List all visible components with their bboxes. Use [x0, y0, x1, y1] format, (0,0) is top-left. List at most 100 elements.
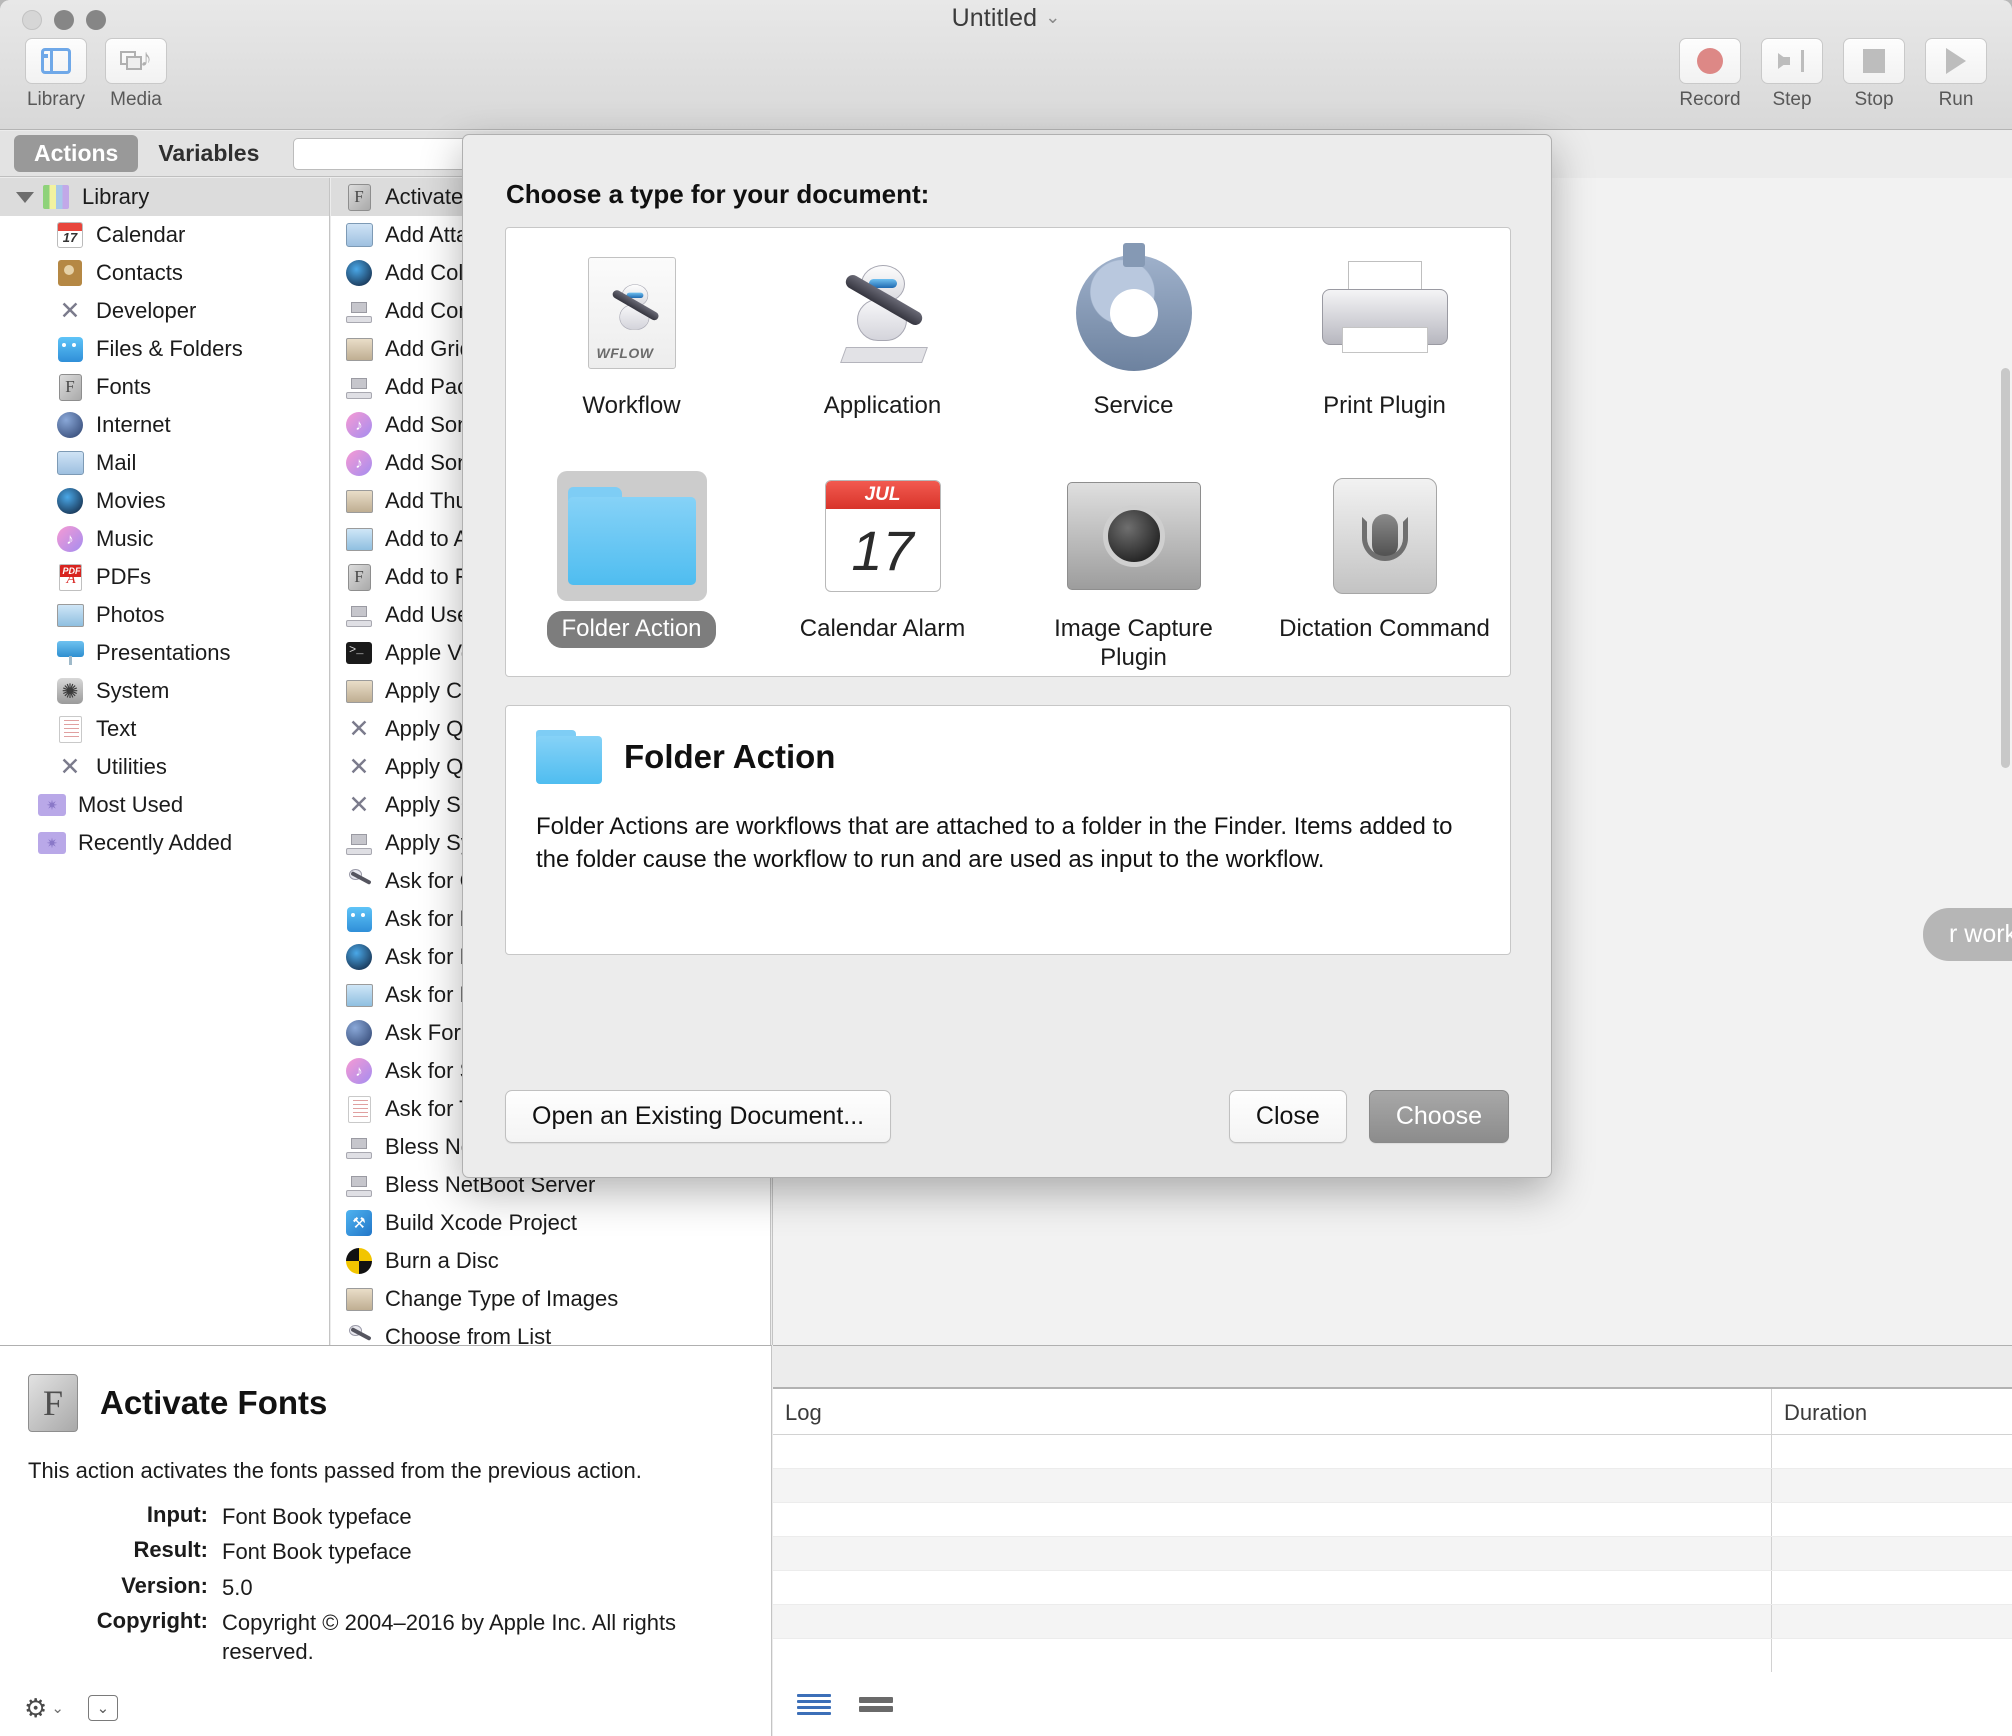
doctype-label: Application — [823, 392, 942, 419]
chevron-down-icon[interactable]: ⌄ — [1045, 7, 1060, 27]
search-input[interactable] — [293, 137, 474, 170]
document-type-grid[interactable]: WFLOW Workflow Application Service Print… — [505, 227, 1511, 677]
run-icon — [1946, 48, 1966, 74]
doctype-label: Workflow — [582, 392, 681, 419]
doctype-application[interactable]: Application — [757, 228, 1008, 451]
info-field-key: Copyright: — [96, 1607, 208, 1633]
action-row[interactable]: ⚒ Build Xcode Project — [331, 1204, 770, 1242]
smart-folder-icon: ✷ — [38, 832, 66, 854]
sidebar-item-movies[interactable]: Movies — [0, 482, 329, 520]
sidebar-item-recently-added[interactable]: ✷ Recently Added — [0, 824, 329, 862]
log-top-strip — [773, 1346, 2012, 1389]
sidebar-item-most-used[interactable]: ✷ Most Used — [0, 786, 329, 824]
calendar-month: JUL — [825, 481, 940, 510]
sidebar-item-files-folders[interactable]: Files & Folders — [0, 330, 329, 368]
microphone-icon — [1310, 471, 1460, 601]
server-icon — [346, 831, 372, 855]
info-fields: Input: Font Book typeface Result: Font B… — [0, 1484, 771, 1666]
sidebar-item-developer[interactable]: ✕ Developer — [0, 292, 329, 330]
action-row[interactable]: Burn a Disc — [331, 1242, 770, 1280]
sidebar-item-music[interactable]: ♪ Music — [0, 520, 329, 558]
pdf-icon: PDF A — [58, 563, 82, 591]
dialog-prompt: Choose a type for your document: — [506, 179, 930, 209]
chevron-down-icon: ⌄ — [51, 1700, 64, 1717]
sidebar-item-contacts[interactable]: Contacts — [0, 254, 329, 292]
tools-icon: ✕ — [348, 791, 370, 819]
split-view-icon[interactable] — [859, 1690, 893, 1718]
sidebar-item-text[interactable]: Text — [0, 710, 329, 748]
tab-variables[interactable]: Variables — [138, 135, 279, 172]
sidebar-item-pdfs[interactable]: PDF A PDFs — [0, 558, 329, 596]
record-button[interactable]: Record — [1676, 38, 1744, 111]
description-body: Folder Actions are workflows that are at… — [536, 813, 1453, 874]
doctype-dictation-command[interactable]: Dictation Command — [1259, 451, 1510, 676]
log-row — [773, 1435, 2012, 1469]
toggle-panel-button[interactable]: ⌄ — [87, 1695, 118, 1721]
stop-button[interactable]: Stop — [1840, 38, 1908, 111]
sidebar-label: Text — [96, 716, 137, 741]
sidebar-item-calendar[interactable]: 17 Calendar — [0, 216, 329, 254]
sidebar-item-fonts[interactable]: F Fonts — [0, 368, 329, 406]
doctype-print-plugin[interactable]: Print Plugin — [1259, 228, 1510, 451]
tools-icon: ✕ — [348, 715, 370, 743]
doctype-service[interactable]: Service — [1008, 228, 1259, 451]
itunes-icon: ♪ — [57, 526, 83, 552]
sidebar-item-presentations[interactable]: Presentations — [0, 634, 329, 672]
record-icon — [1697, 48, 1723, 74]
step-label: Step — [1772, 89, 1812, 110]
log-row — [773, 1571, 2012, 1605]
close-button[interactable]: Close — [1228, 1090, 1347, 1143]
toolbar-right-group: Record Step Stop Run — [1676, 38, 1990, 111]
info-title: Activate Fonts — [100, 1384, 328, 1421]
toolbar-library-label: Library — [26, 89, 86, 110]
toolbar-left-group: Library ♪ Media — [22, 38, 170, 111]
sidebar-label: PDFs — [96, 564, 151, 589]
calendar-icon: JUL 17 — [808, 471, 958, 601]
mail-icon — [56, 451, 84, 475]
run-button[interactable]: Run — [1922, 38, 1990, 111]
log-rows[interactable] — [773, 1435, 2012, 1673]
printer-icon — [1310, 248, 1460, 378]
log-row — [773, 1639, 2012, 1673]
sidebar-item-utilities[interactable]: ✕ Utilities — [0, 748, 329, 786]
tab-actions[interactable]: Actions — [14, 135, 139, 172]
sidebar-label: Photos — [96, 602, 165, 627]
keynote-icon — [56, 641, 84, 665]
disclosure-triangle-icon[interactable] — [16, 191, 34, 203]
list-view-icon[interactable] — [797, 1690, 831, 1718]
sidebar-label: Recently Added — [78, 830, 233, 855]
sidebar-label: Internet — [96, 412, 171, 437]
sidebar-item-library[interactable]: Library — [0, 178, 329, 216]
sidebar-library-label: Library — [82, 184, 150, 209]
doctype-folder-action[interactable]: Folder Action — [506, 451, 757, 676]
action-row[interactable]: Choose from List — [331, 1318, 770, 1345]
gear-menu-button[interactable]: ⚙ ⌄ — [24, 1693, 64, 1724]
log-row — [773, 1605, 2012, 1639]
choose-button[interactable]: Choose — [1368, 1090, 1509, 1143]
doctype-calendar-alarm[interactable]: JUL 17 Image Capture Plugin Calendar Ala… — [757, 451, 1008, 676]
action-row[interactable]: Change Type of Images — [331, 1280, 770, 1318]
log-column-header-log[interactable]: Log — [773, 1389, 1772, 1434]
chevron-down-icon: ⌄ — [96, 1700, 110, 1717]
sidebar-item-internet[interactable]: Internet — [0, 406, 329, 444]
doctype-image-capture-plugin[interactable]: Image Capture Plugin — [1008, 451, 1259, 676]
sidebar-item-photos[interactable]: Photos — [0, 596, 329, 634]
window-title: Untitled ⌄ — [0, 4, 2012, 33]
doctype-workflow[interactable]: WFLOW Workflow — [506, 228, 757, 451]
doctype-description-panel: Folder Action Folder Actions are workflo… — [505, 705, 1511, 955]
step-button[interactable]: Step — [1758, 38, 1826, 111]
toolbar-library-button[interactable]: Library — [22, 38, 90, 111]
sidebar-item-system[interactable]: ✺ System — [0, 672, 329, 710]
sidebar-item-mail[interactable]: Mail — [0, 444, 329, 482]
library-sidebar[interactable]: Library 17 Calendar Contacts ✕ Developer… — [0, 178, 330, 1345]
action-label: Build Xcode Project — [385, 1210, 577, 1235]
toolbar-media-button[interactable]: ♪ Media — [102, 38, 170, 111]
log-column-header-duration[interactable]: Duration — [1772, 1389, 2012, 1434]
sidebar-label: Fonts — [96, 374, 152, 399]
books-icon — [43, 185, 69, 209]
quicktime-icon — [346, 944, 372, 970]
info-field-value: Copyright © 2004–2016 by Apple Inc. All … — [222, 1609, 677, 1664]
sidebar-label: Developer — [96, 298, 197, 323]
canvas-scrollbar[interactable] — [2001, 368, 2010, 768]
open-existing-document-button[interactable]: Open an Existing Document... — [505, 1090, 892, 1143]
